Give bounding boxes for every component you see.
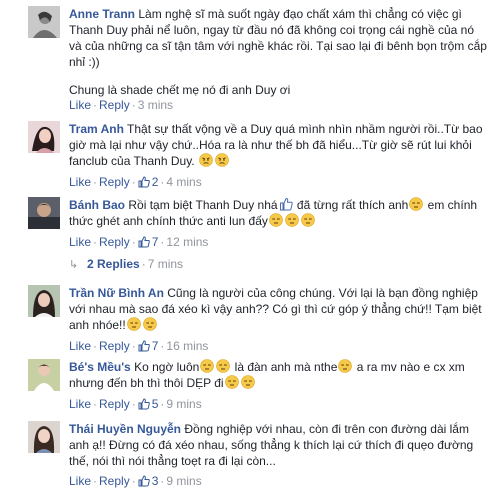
- like-count[interactable]: 5: [152, 397, 159, 411]
- separator: ·: [160, 397, 165, 411]
- avatar[interactable]: [28, 421, 60, 453]
- timestamp[interactable]: 7 mins: [148, 257, 183, 271]
- timestamp[interactable]: 16 mins: [166, 339, 208, 353]
- angry-face-icon: [199, 153, 213, 167]
- comment-author[interactable]: Trần Nữ Bình An: [69, 286, 164, 300]
- separator: ·: [131, 474, 136, 488]
- reply-link[interactable]: Reply: [99, 474, 130, 488]
- thumbs-up-icon: [138, 398, 150, 410]
- separator: ·: [160, 339, 165, 353]
- thumbs-up-icon: [138, 475, 150, 487]
- unamused-face-icon: [224, 375, 239, 389]
- avatar[interactable]: [28, 197, 60, 229]
- separator: ·: [131, 175, 136, 189]
- unamused-face-icon: [142, 317, 157, 331]
- separator: ·: [160, 175, 165, 189]
- like-link[interactable]: Like: [69, 175, 91, 189]
- timestamp[interactable]: 9 mins: [166, 397, 201, 411]
- comment-actions: Like · Reply · 2 · 4 mins: [69, 175, 202, 189]
- comment-author[interactable]: Tram Anh: [69, 122, 124, 136]
- comment-text: đã từng rất thích anh: [293, 198, 409, 212]
- reply-link[interactable]: Reply: [99, 98, 130, 112]
- comment-body: Thái Huyền Nguyễn Đồng nghiệp với nhau, …: [69, 421, 487, 469]
- comment-text-continued: Chung là shade chết mẹ nó đi anh Duy ơi: [69, 83, 291, 97]
- avatar[interactable]: [28, 285, 60, 317]
- like-count[interactable]: 7: [152, 339, 159, 353]
- unamused-face-icon: [301, 213, 315, 227]
- timestamp[interactable]: 12 mins: [166, 235, 208, 249]
- avatar[interactable]: [28, 359, 60, 391]
- separator: ·: [93, 98, 98, 112]
- avatar[interactable]: [28, 121, 60, 153]
- reply-link[interactable]: Reply: [99, 397, 130, 411]
- comment-feed: Anne Trann Làm nghệ sĩ mà suốt ngày đạo …: [0, 0, 496, 492]
- separator: ·: [160, 474, 165, 488]
- like-link[interactable]: Like: [69, 235, 91, 249]
- comment-author[interactable]: Thái Huyền Nguyễn: [69, 422, 181, 436]
- comment-author[interactable]: Bánh Bao: [69, 198, 125, 212]
- like-link[interactable]: Like: [69, 397, 91, 411]
- unamused-face-icon: [200, 359, 215, 373]
- separator: ·: [131, 98, 136, 112]
- comment-author[interactable]: Anne Trann: [69, 7, 135, 21]
- comment-body: Trần Nữ Bình An Cũng là người của công c…: [69, 285, 487, 333]
- comment-text: Ko ngờ luôn: [134, 360, 200, 374]
- separator: ·: [93, 339, 98, 353]
- comment-actions: Like · Reply · 7 · 12 mins: [69, 235, 208, 249]
- like-count[interactable]: 3: [152, 474, 159, 488]
- comment-author[interactable]: Bé's Mều's: [69, 360, 131, 374]
- timestamp[interactable]: 3 mins: [138, 98, 173, 112]
- comment-body: Bé's Mều's Ko ngờ luôn là đàn anh mà nth…: [69, 359, 487, 391]
- comment-text: là đàn anh mà nthe: [231, 360, 338, 374]
- unamused-face-icon: [269, 213, 283, 227]
- angry-face-icon: [215, 153, 229, 167]
- separator: ·: [93, 474, 98, 488]
- thumbs-up-icon: [138, 176, 150, 188]
- like-count[interactable]: 7: [152, 235, 159, 249]
- unamused-face-icon: [338, 359, 353, 373]
- like-link[interactable]: Like: [69, 98, 91, 112]
- comment-body: Bánh Bao Rồi tạm biệt Thanh Duy nhá đã t…: [69, 197, 487, 229]
- unamused-face-icon: [285, 213, 299, 227]
- comment-actions: Like · Reply · 7 · 16 mins: [69, 339, 208, 353]
- like-link[interactable]: Like: [69, 474, 91, 488]
- reply-link[interactable]: Reply: [99, 339, 130, 353]
- view-replies[interactable]: ↳ 2 Replies · 7 mins: [69, 257, 183, 272]
- thumbs-up-icon: [138, 340, 150, 352]
- timestamp[interactable]: 9 mins: [166, 474, 201, 488]
- thumbs-up-icon: [279, 197, 293, 211]
- comment-actions: Like · Reply · 3 · 9 mins: [69, 474, 202, 488]
- separator: ·: [131, 339, 136, 353]
- comment-actions: Like · Reply · 3 mins: [69, 98, 173, 112]
- separator: ·: [93, 397, 98, 411]
- unamused-face-icon: [126, 317, 141, 331]
- comment-actions: Like · Reply · 5 · 9 mins: [69, 397, 202, 411]
- replies-count-link[interactable]: 2 Replies: [87, 257, 140, 271]
- like-link[interactable]: Like: [69, 339, 91, 353]
- separator: ·: [131, 235, 136, 249]
- unamused-face-icon: [216, 359, 231, 373]
- like-count[interactable]: 2: [152, 175, 159, 189]
- reply-link[interactable]: Reply: [99, 235, 130, 249]
- thumbs-up-icon: [138, 236, 150, 248]
- unamused-face-icon: [409, 197, 424, 211]
- reply-link[interactable]: Reply: [99, 175, 130, 189]
- separator: ·: [93, 175, 98, 189]
- reply-arrow-icon: ↳: [69, 259, 79, 271]
- separator: ·: [160, 235, 165, 249]
- comment-body: Anne Trann Làm nghệ sĩ mà suốt ngày đạo …: [69, 6, 487, 98]
- unamused-face-icon: [240, 375, 255, 389]
- comment-text: Thật sự thất vộng về a Duy quá mình nhìn…: [69, 122, 483, 168]
- separator: ·: [131, 397, 136, 411]
- separator: ·: [93, 235, 98, 249]
- separator: ·: [141, 257, 146, 271]
- comment-body: Tram Anh Thật sự thất vộng về a Duy quá …: [69, 121, 487, 169]
- timestamp[interactable]: 4 mins: [166, 175, 201, 189]
- avatar[interactable]: [28, 6, 60, 38]
- comment-text: Rồi tạm biệt Thanh Duy nhá: [128, 198, 278, 212]
